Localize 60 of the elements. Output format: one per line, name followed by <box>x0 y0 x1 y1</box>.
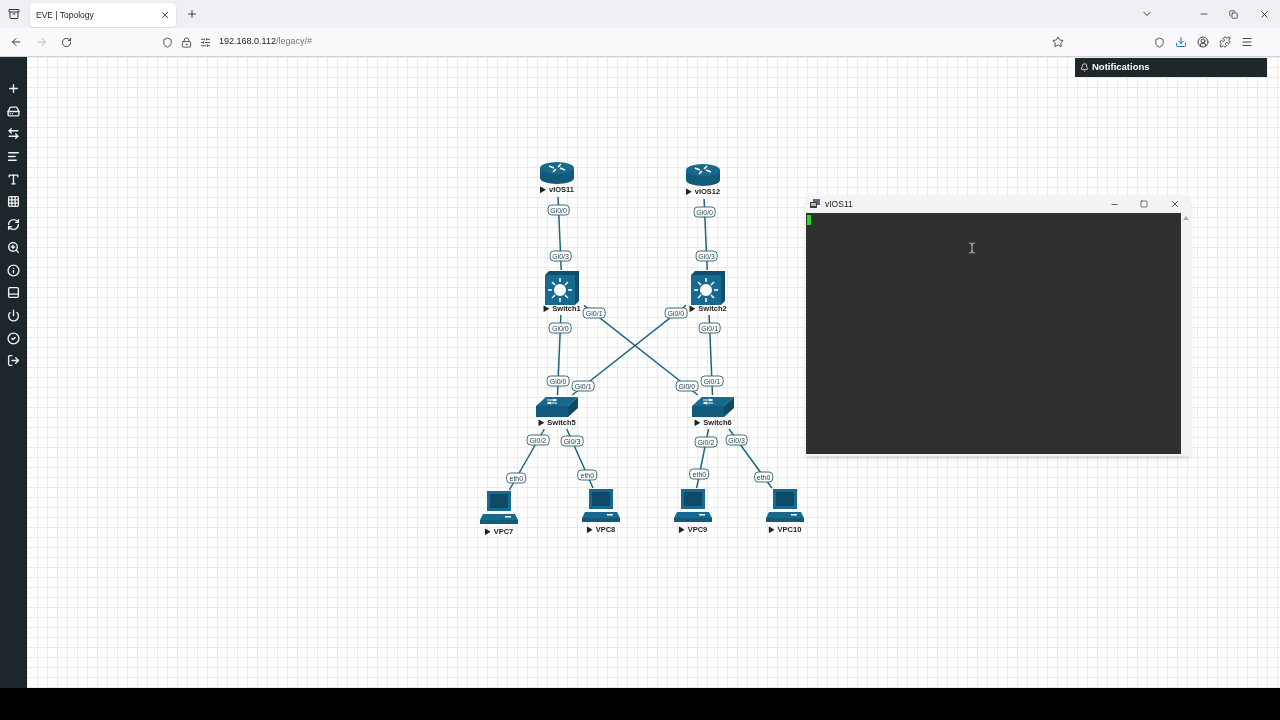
bell-icon <box>1080 63 1089 72</box>
terminal-cursor <box>807 215 811 225</box>
url-text: 192.168.0.112/legacy/# <box>219 35 312 49</box>
play-icon[interactable] <box>689 305 696 313</box>
link-line <box>566 428 594 489</box>
close-icon[interactable] <box>160 10 170 20</box>
play-icon[interactable] <box>685 188 692 196</box>
text-icon[interactable] <box>7 172 20 186</box>
maximize-icon[interactable] <box>1140 200 1148 208</box>
account-icon[interactable] <box>1197 36 1209 48</box>
text-cursor-icon <box>966 242 978 254</box>
router-icon <box>539 161 575 185</box>
play-icon[interactable] <box>543 305 550 313</box>
layer3-switch-icon <box>690 270 726 306</box>
play-icon[interactable] <box>678 526 685 534</box>
restore-icon[interactable] <box>1229 9 1238 19</box>
add-icon[interactable] <box>7 82 20 95</box>
switch-icon <box>691 396 735 418</box>
power-icon[interactable] <box>7 308 20 322</box>
check-circle-icon[interactable] <box>7 331 20 345</box>
play-icon[interactable] <box>586 526 593 534</box>
close-icon[interactable] <box>1170 199 1180 209</box>
play-icon[interactable] <box>484 528 491 536</box>
console-app-icon <box>810 199 821 209</box>
switch-icon <box>535 396 579 418</box>
router-icon <box>685 163 721 187</box>
lock-icon[interactable] <box>181 36 192 48</box>
zoom-icon[interactable] <box>7 240 20 254</box>
logout-icon[interactable] <box>7 354 20 368</box>
play-icon[interactable] <box>694 419 701 427</box>
play-icon[interactable] <box>768 526 775 534</box>
grid-icon[interactable] <box>7 195 20 209</box>
notifications-button[interactable]: Notifications <box>1075 58 1267 77</box>
list-icon[interactable] <box>7 150 20 164</box>
reload-icon[interactable] <box>61 36 72 48</box>
computer-icon <box>581 488 621 524</box>
menu-icon[interactable] <box>1241 36 1253 48</box>
new-tab-icon[interactable] <box>186 8 198 20</box>
computer-icon <box>479 490 519 526</box>
panel-icon[interactable] <box>7 286 20 300</box>
bookmark-star-icon[interactable] <box>1052 36 1064 48</box>
window-title: vIOS11 <box>825 197 853 211</box>
browser-tab[interactable]: EVE | Topology <box>30 3 176 27</box>
refresh-icon[interactable] <box>7 218 20 232</box>
close-icon[interactable] <box>1259 8 1270 20</box>
download-icon[interactable] <box>1175 36 1187 48</box>
info-icon[interactable] <box>7 263 20 277</box>
extensions-icon[interactable] <box>1219 36 1231 48</box>
computer-icon <box>673 488 713 524</box>
layer3-switch-icon <box>544 270 580 306</box>
drive-icon[interactable] <box>7 104 20 118</box>
tab-title: EVE | Topology <box>36 8 94 22</box>
computer-icon <box>765 488 805 524</box>
play-icon[interactable] <box>540 186 546 194</box>
permissions-icon[interactable] <box>200 36 211 48</box>
arrows-icon[interactable] <box>7 127 20 141</box>
play-icon[interactable] <box>538 419 545 427</box>
back-icon[interactable] <box>10 36 22 48</box>
tabs-icon[interactable] <box>7 8 20 20</box>
shield-icon[interactable] <box>162 36 173 48</box>
